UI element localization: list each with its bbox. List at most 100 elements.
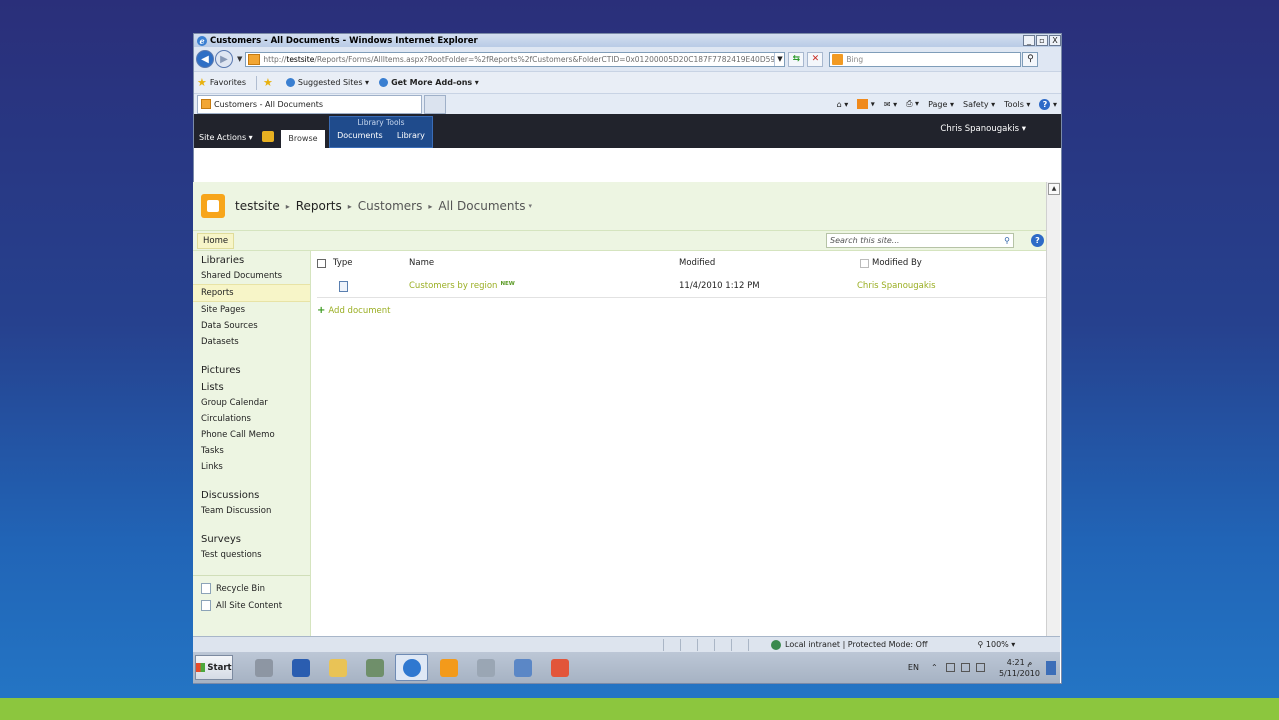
ql-item-team-discussion[interactable]: Team Discussion	[193, 503, 310, 519]
navigate-up-icon[interactable]	[262, 131, 274, 142]
ql-item-group-calendar[interactable]: Group Calendar	[193, 395, 310, 411]
help-icon[interactable]: ?	[1031, 234, 1044, 247]
search-box[interactable]: Bing	[829, 51, 1022, 67]
tab-customers[interactable]: Customers - All Documents	[197, 94, 422, 114]
ql-item-circulations[interactable]: Circulations	[193, 411, 310, 427]
site-content-icon	[201, 600, 211, 611]
view-selector[interactable]: All Documents	[438, 199, 525, 213]
ql-item-data-sources[interactable]: Data Sources	[193, 318, 310, 334]
action-center-icon[interactable]	[945, 663, 955, 672]
ql-item-reports[interactable]: Reports	[193, 284, 310, 302]
stop-button[interactable]: ✕	[807, 51, 824, 67]
minimize-button[interactable]: _	[1023, 35, 1035, 46]
tab-browse[interactable]: Browse	[281, 130, 325, 148]
suggested-sites-link[interactable]: Suggested Sites ▾	[285, 78, 369, 87]
document-name-link[interactable]: Customers by region NEW	[409, 281, 679, 291]
taskbar-tools-icon[interactable]	[432, 654, 465, 681]
ql-item-shared-documents[interactable]: Shared Documents	[193, 268, 310, 284]
ql-heading-libraries[interactable]: Libraries	[193, 251, 310, 268]
column-name[interactable]: Name	[409, 258, 679, 268]
background-accent-band	[0, 698, 1279, 720]
column-modified[interactable]: Modified	[679, 258, 857, 268]
safety-menu[interactable]: Safety ▾	[963, 100, 995, 109]
column-modified-by[interactable]: Modified By	[872, 258, 922, 268]
ql-item-links[interactable]: Links	[193, 459, 310, 475]
list-header: Type Name Modified Modified By	[317, 251, 1046, 275]
document-icon[interactable]	[339, 280, 348, 292]
print-icon[interactable]: ⎙ ▾	[906, 99, 919, 109]
breadcrumb-reports[interactable]: Reports	[296, 199, 342, 213]
site-search-input[interactable]: Search this site... ⚲	[826, 233, 1014, 248]
mail-icon[interactable]: ✉ ▾	[884, 100, 897, 109]
tools-menu[interactable]: Tools ▾	[1004, 100, 1030, 109]
recycle-bin-link[interactable]: Recycle Bin	[193, 580, 310, 597]
all-site-content-link[interactable]: All Site Content	[193, 597, 310, 614]
home-icon[interactable]: ⌂ ▾	[837, 100, 849, 109]
address-url[interactable]: http://testsite/Reports/Forms/AllItems.a…	[263, 55, 774, 64]
new-tab-button[interactable]	[424, 94, 446, 114]
taskbar-server-manager-icon[interactable]	[247, 654, 280, 681]
compat-refresh-button[interactable]: ⇆	[788, 51, 805, 67]
page-menu[interactable]: Page ▾	[928, 100, 954, 109]
ql-item-test-questions[interactable]: Test questions	[193, 547, 310, 563]
address-dropdown-icon[interactable]: ▼	[774, 52, 784, 66]
nav-home[interactable]: Home	[197, 232, 235, 249]
ql-heading-surveys[interactable]: Surveys	[193, 530, 310, 547]
tray-expand-icon[interactable]: ⌃	[931, 663, 940, 672]
get-addons-link[interactable]: Get More Add-ons ▾	[379, 78, 479, 87]
modified-date: 11/4/2010 1:12 PM	[679, 281, 760, 291]
taskbar-explorer-icon[interactable]	[321, 654, 354, 681]
close-button[interactable]: X	[1049, 35, 1061, 46]
chevron-down-icon[interactable]: ▾	[528, 202, 532, 210]
show-desktop-button[interactable]	[1046, 660, 1056, 675]
taskbar-network-icon[interactable]	[358, 654, 391, 681]
taskbar-deploy-icon[interactable]	[506, 654, 539, 681]
taskbar-powershell-icon[interactable]	[284, 654, 317, 681]
add-favorite-icon[interactable]: ★	[263, 76, 276, 89]
scroll-up-icon[interactable]: ▲	[1048, 183, 1060, 195]
history-dropdown-icon[interactable]: ▼	[237, 55, 242, 63]
select-all-checkbox[interactable]	[317, 258, 326, 268]
feeds-icon[interactable]: ▾	[857, 99, 875, 109]
ql-item-datasets[interactable]: Datasets	[193, 334, 310, 350]
ql-item-tasks[interactable]: Tasks	[193, 443, 310, 459]
zoom-level[interactable]: ⚲ 100% ▾	[977, 640, 1015, 649]
search-icon[interactable]: ⚲	[1004, 236, 1010, 245]
address-bar[interactable]: http://testsite/Reports/Forms/AllItems.a…	[245, 51, 786, 67]
search-placeholder[interactable]: Bing	[846, 55, 1020, 64]
clock[interactable]: 4:21 م 5/11/2010	[999, 657, 1040, 679]
ql-heading-pictures[interactable]: Pictures	[193, 361, 310, 378]
network-icon[interactable]	[960, 663, 970, 672]
language-indicator[interactable]: EN	[908, 663, 919, 672]
windows-flag-icon	[196, 663, 206, 672]
security-zone[interactable]: Local intranet | Protected Mode: Off	[771, 639, 927, 650]
ie-logo-icon: e	[197, 35, 207, 46]
site-actions-menu[interactable]: Site Actions ▾	[199, 133, 253, 142]
tab-documents[interactable]: Documents	[337, 131, 383, 140]
breadcrumb-site[interactable]: testsite	[235, 199, 280, 213]
column-type[interactable]: Type	[333, 258, 353, 268]
ql-item-phone-call-memo[interactable]: Phone Call Memo	[193, 427, 310, 443]
back-button[interactable]: ◀	[196, 50, 214, 68]
taskbar-ie-icon[interactable]	[395, 654, 428, 681]
restore-button[interactable]: ▫	[1036, 35, 1048, 46]
search-go-icon[interactable]: ⚲	[1022, 51, 1039, 67]
modified-by-link[interactable]: Chris Spanougakis	[857, 281, 936, 291]
ql-heading-lists[interactable]: Lists	[193, 378, 310, 395]
user-menu[interactable]: Chris Spanougakis ▾	[940, 124, 1026, 134]
ql-item-site-pages[interactable]: Site Pages	[193, 302, 310, 318]
add-document-link[interactable]: + Add document	[317, 305, 1046, 316]
tab-library[interactable]: Library	[397, 131, 425, 140]
site-logo-icon[interactable]	[201, 194, 225, 218]
table-row[interactable]: Customers by region NEW 11/4/2010 1:12 PM…	[317, 275, 1046, 298]
volume-icon[interactable]	[975, 663, 985, 672]
breadcrumb-customers[interactable]: Customers	[358, 199, 423, 213]
taskbar-office-icon[interactable]	[543, 654, 576, 681]
favorites-button[interactable]: ★ Favorites	[197, 76, 246, 89]
vertical-scrollbar[interactable]: ▲ ▼	[1046, 182, 1060, 668]
help-menu[interactable]: ? ▾	[1039, 98, 1057, 110]
forward-button[interactable]: ▶	[215, 50, 233, 68]
taskbar-config-icon[interactable]	[469, 654, 502, 681]
ql-heading-discussions[interactable]: Discussions	[193, 486, 310, 503]
start-button[interactable]: Start	[195, 655, 233, 680]
